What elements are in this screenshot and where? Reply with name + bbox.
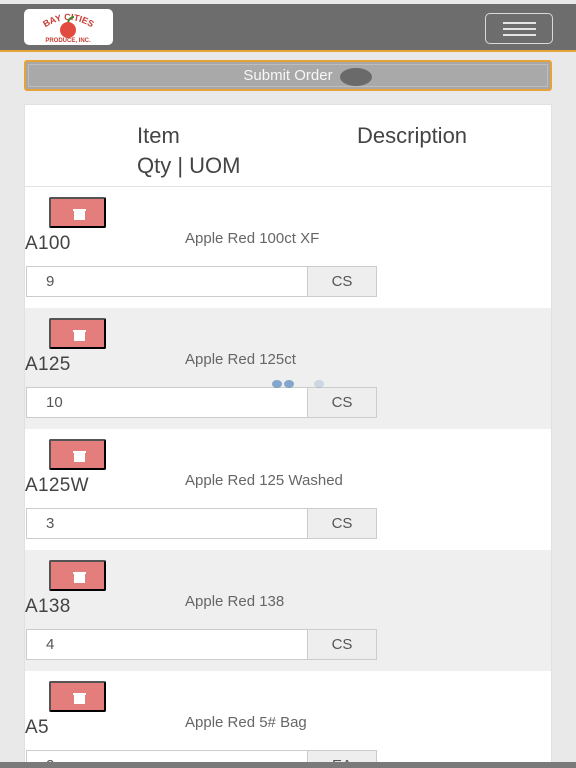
table-row: A125 Apple Red 125ct CS bbox=[25, 308, 551, 429]
quantity-input[interactable] bbox=[26, 508, 308, 539]
uom-label: CS bbox=[307, 266, 377, 297]
loading-indicator bbox=[272, 378, 332, 390]
item-code: A138 bbox=[25, 596, 71, 617]
item-description: Apple Red 138 bbox=[185, 593, 285, 610]
item-description: Apple Red 125 Washed bbox=[185, 472, 343, 489]
header-qty-uom: Qty | UOM bbox=[137, 153, 241, 178]
delete-item-button[interactable] bbox=[49, 681, 106, 712]
order-items-panel: Item Qty | UOM Description A100 Apple Re… bbox=[24, 104, 552, 768]
trash-icon bbox=[73, 209, 86, 220]
company-logo[interactable]: BAY CITIES PRODUCE, INC. bbox=[24, 9, 113, 45]
header-description: Description bbox=[357, 123, 468, 148]
item-code: A125W bbox=[25, 475, 89, 496]
delete-item-button[interactable] bbox=[49, 197, 106, 228]
delete-item-button[interactable] bbox=[49, 318, 106, 349]
submit-order-container: Submit Order bbox=[24, 60, 552, 91]
hamburger-menu-button[interactable] bbox=[485, 13, 553, 44]
delete-item-button[interactable] bbox=[49, 560, 106, 591]
trash-icon bbox=[73, 451, 86, 462]
quantity-input[interactable] bbox=[26, 266, 308, 297]
hamburger-icon bbox=[503, 22, 536, 24]
trash-icon bbox=[73, 693, 86, 704]
uom-label: CS bbox=[307, 508, 377, 539]
bottom-scrollbar[interactable] bbox=[0, 762, 576, 768]
item-description: Apple Red 125ct bbox=[185, 351, 296, 368]
item-code: A100 bbox=[25, 233, 71, 254]
table-row: A100 Apple Red 100ct XF CS bbox=[25, 187, 551, 308]
top-navbar: BAY CITIES PRODUCE, INC. bbox=[0, 4, 576, 52]
header-item: Item bbox=[137, 123, 180, 148]
cursor-indicator bbox=[340, 68, 372, 86]
hamburger-icon-bar bbox=[503, 28, 536, 30]
hamburger-icon-bar bbox=[503, 34, 536, 36]
uom-label: CS bbox=[307, 629, 377, 660]
delete-item-button[interactable] bbox=[49, 439, 106, 470]
item-description: Apple Red 100ct XF bbox=[185, 230, 320, 247]
quantity-input[interactable] bbox=[26, 387, 308, 418]
table-row: A5 Apple Red 5# Bag EA bbox=[25, 671, 551, 767]
item-description: Apple Red 5# Bag bbox=[185, 714, 307, 731]
item-code: A5 bbox=[25, 717, 49, 738]
table-header: Item Qty | UOM Description bbox=[25, 105, 551, 187]
trash-icon bbox=[73, 572, 86, 583]
table-row: A138 Apple Red 138 CS bbox=[25, 550, 551, 671]
table-row: A125W Apple Red 125 Washed CS bbox=[25, 429, 551, 550]
uom-label: CS bbox=[307, 387, 377, 418]
trash-icon bbox=[73, 330, 86, 341]
quantity-input[interactable] bbox=[26, 629, 308, 660]
logo-bottom-text: PRODUCE, INC. bbox=[45, 38, 91, 44]
item-code: A125 bbox=[25, 354, 71, 375]
submit-order-button[interactable]: Submit Order bbox=[28, 64, 548, 87]
